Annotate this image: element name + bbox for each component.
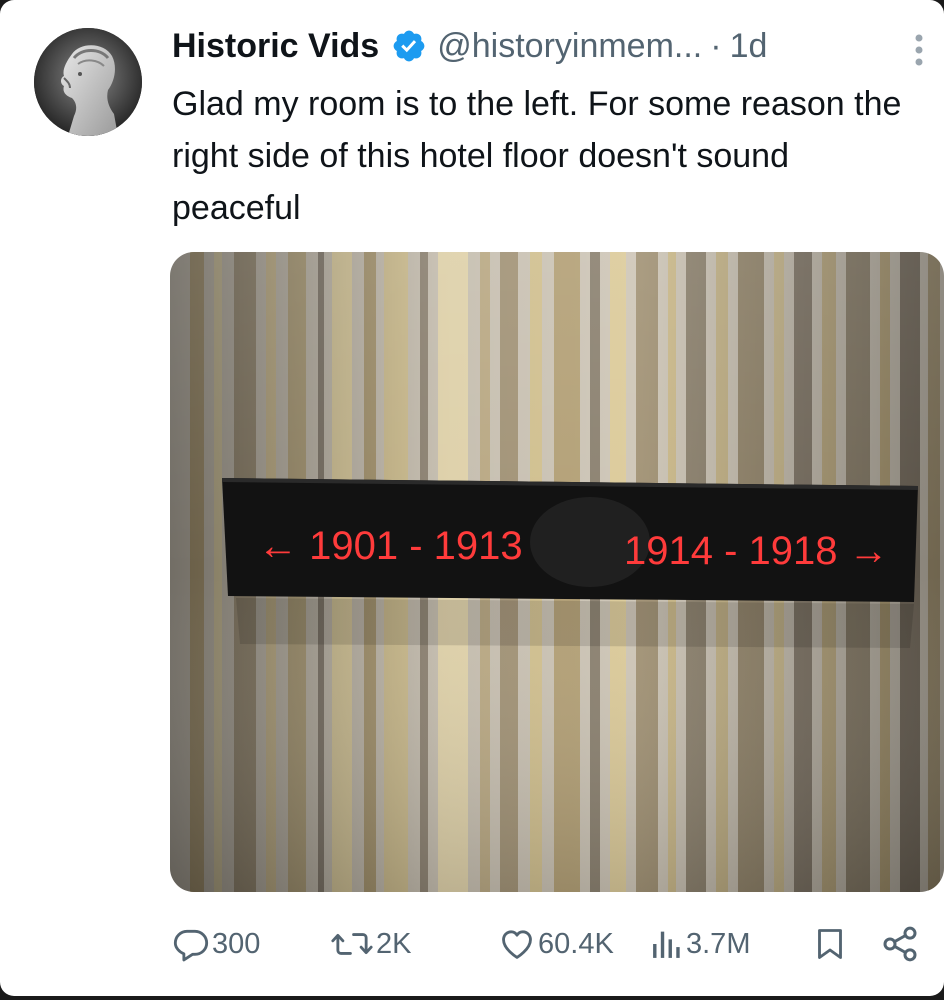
author-display-name[interactable]: Historic Vids	[172, 27, 379, 66]
author-handle[interactable]: @historyinmem...	[437, 27, 702, 66]
sign-left-text: ← 1901 - 1913	[258, 524, 523, 568]
share-icon	[883, 926, 917, 962]
share-button[interactable]	[880, 912, 920, 976]
tweet-actions-bar: 300 2K 60.4K 3.7M	[0, 912, 944, 976]
like-count: 60.4K	[538, 927, 614, 960]
views-button[interactable]: 3.7M	[650, 912, 750, 976]
more-options-icon[interactable]	[908, 30, 930, 70]
like-button[interactable]: 60.4K	[498, 912, 614, 976]
tweet-header: Historic Vids @historyinmem... · 1d	[172, 24, 767, 68]
verified-badge-icon	[391, 28, 427, 64]
views-count: 3.7M	[686, 927, 751, 960]
bookmark-icon	[818, 929, 842, 959]
reply-count: 300	[212, 927, 261, 960]
bust-portrait-icon	[34, 28, 142, 136]
reply-button[interactable]: 300	[172, 912, 260, 976]
tweet-text: Glad my room is to the left. For some re…	[172, 85, 902, 227]
retweet-count: 2K	[376, 927, 412, 960]
hotel-sign-photo: ← 1901 - 1913 1914 - 1918 →	[170, 252, 944, 892]
bookmark-button[interactable]	[812, 912, 848, 976]
sign-right-text: 1914 - 1918 →	[624, 529, 889, 573]
separator-dot: ·	[710, 26, 722, 65]
retweet-icon	[331, 933, 373, 955]
tweet-media-image[interactable]: ← 1901 - 1913 1914 - 1918 →	[170, 252, 944, 892]
heart-icon	[502, 930, 532, 959]
avatar[interactable]	[34, 28, 142, 136]
tweet-card[interactable]: Historic Vids @historyinmem... · 1d Glad…	[0, 0, 944, 996]
retweet-button[interactable]: 2K	[330, 912, 411, 976]
reply-icon	[173, 929, 209, 962]
timestamp[interactable]: 1d	[730, 27, 768, 66]
views-icon	[653, 931, 680, 958]
